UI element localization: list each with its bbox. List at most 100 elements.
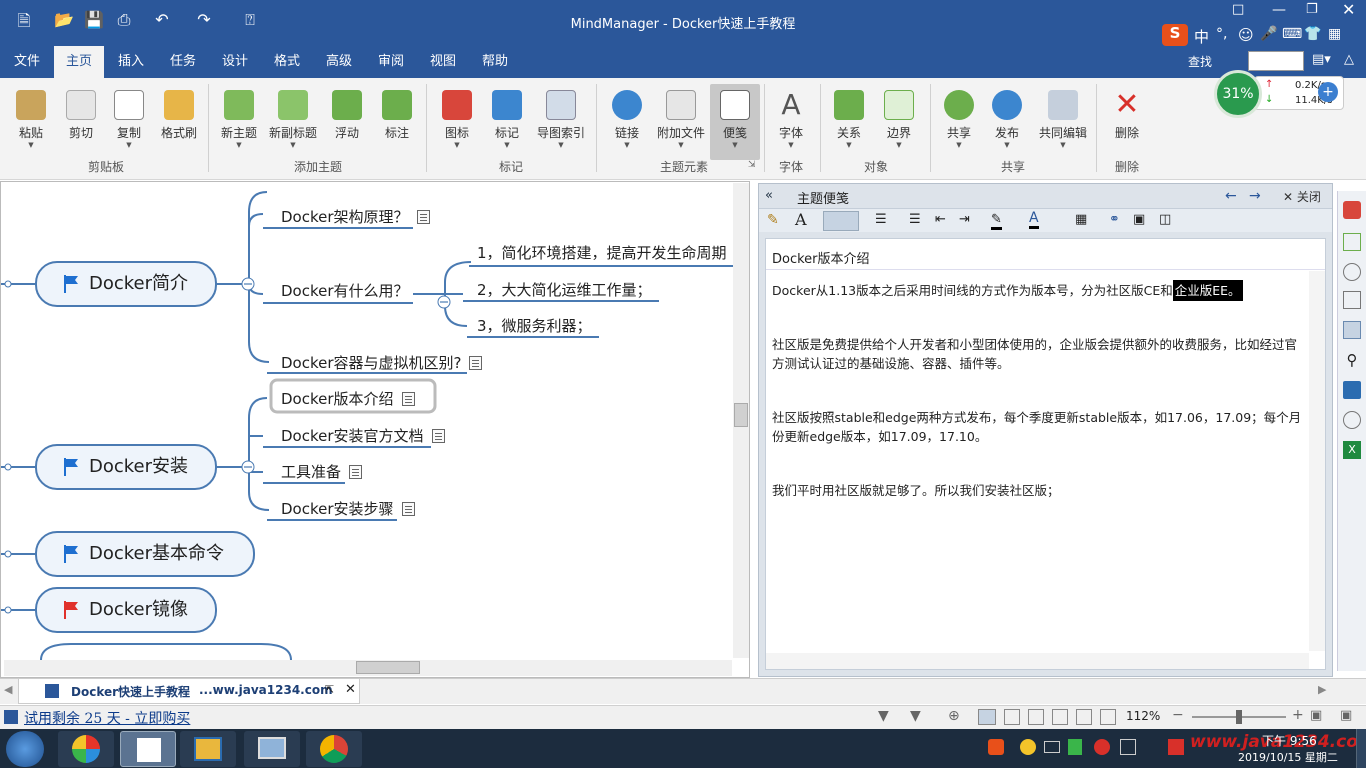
share-button[interactable]: 共享 ▼ [936, 84, 982, 160]
note-icon[interactable] [431, 429, 445, 443]
topic-docker-intro[interactable]: Docker简介 [35, 261, 217, 307]
outline-view-icon[interactable] [1004, 709, 1020, 725]
hyperlink-icon[interactable]: ⚭ [1109, 212, 1120, 227]
callout-button[interactable]: 标注 [374, 84, 420, 160]
new-subtopic-button[interactable]: 新副标题 ▼ [269, 84, 317, 160]
forward-arrow-icon[interactable]: → [1249, 188, 1261, 204]
close-tab-icon[interactable]: ✕ [345, 682, 356, 697]
tab-scroll-left-icon[interactable]: ◀ [4, 683, 12, 696]
zoom-out-icon[interactable]: − [1172, 707, 1184, 723]
grid-icon[interactable]: ▦ [1328, 26, 1341, 42]
minimize-ribbon-icon[interactable]: △ [1344, 52, 1354, 67]
tab-home[interactable]: 主页 [54, 46, 105, 78]
co-edit-button[interactable]: 共同编辑 ▼ [1039, 84, 1087, 160]
note-paragraph-1[interactable]: Docker从1.13版本之后采用时间线的方式作为版本号，分为社区版CE和 企业版… [772, 280, 1302, 301]
subtopic-vm-diff[interactable]: Docker容器与虚拟机区别? [281, 352, 483, 373]
boundary-button[interactable]: 边界 ▼ [876, 84, 922, 160]
taskbar-remote-desktop[interactable] [244, 731, 300, 767]
note-editor[interactable]: Docker版本介绍 Docker从1.13版本之后采用时间线的方式作为版本号，… [765, 238, 1326, 670]
insert-object-icon[interactable]: ◫ [1159, 212, 1171, 227]
clock-date[interactable]: 2019/10/15 星期二 [1238, 749, 1338, 765]
back-arrow-icon[interactable]: ← [1225, 188, 1237, 204]
tab-file[interactable]: 文件 [2, 46, 52, 78]
tab-task[interactable]: 任务 [158, 46, 208, 78]
icons-button[interactable]: 图标 ▼ [434, 84, 480, 160]
collapse-panel-icon[interactable]: « [765, 188, 773, 203]
delete-button[interactable]: ✕ 删除 [1104, 84, 1150, 160]
microphone-icon[interactable]: 🎤 [1260, 26, 1277, 42]
floating-topic-button[interactable]: 浮动 [324, 84, 370, 160]
close-button[interactable]: ✕ [1342, 0, 1355, 19]
subtopic-install-steps[interactable]: Docker安装步骤 [281, 498, 415, 519]
link-button[interactable]: 链接 ▼ [604, 84, 650, 160]
map-vertical-scrollbar[interactable] [733, 183, 749, 658]
subtopic-install-docs[interactable]: Docker安装官方文档 [281, 425, 445, 446]
tab-scroll-right-icon[interactable]: ▶ [1318, 683, 1326, 696]
note-vertical-scrollbar[interactable] [1309, 271, 1325, 651]
map-view-icon[interactable] [978, 709, 996, 725]
close-notes-button[interactable]: ✕ 关闭 [1283, 188, 1321, 205]
fullscreen-icon[interactable]: ▣ [1340, 708, 1352, 723]
note-paragraph-4[interactable]: 我们平时用社区版就足够了。所以我们安装社区版； [772, 481, 1302, 500]
format-brush-icon[interactable]: ✎ [767, 212, 779, 228]
note-icon[interactable] [469, 356, 483, 370]
zoom-level[interactable]: 112% [1126, 709, 1160, 723]
browser-globe-icon[interactable] [1343, 411, 1361, 429]
leaf-microservice[interactable]: 3，微服务利器； [477, 315, 592, 336]
emoji-icon[interactable]: ☺ [1238, 26, 1254, 44]
note-icon[interactable] [401, 392, 415, 406]
font-icon[interactable]: A [795, 210, 807, 229]
restore-ribbon-icon[interactable]: □ [1232, 2, 1244, 17]
tray-security-icon[interactable] [1094, 739, 1110, 755]
tab-insert[interactable]: 插入 [106, 46, 156, 78]
focus-icon[interactable]: ⊕ [948, 708, 960, 724]
subtopic-tools[interactable]: 工具准备 [281, 461, 363, 482]
trial-buy-link[interactable]: 试用剩余 25 天 - 立即购买 [24, 708, 190, 728]
start-button[interactable] [6, 731, 44, 767]
find-label[interactable]: 查找 [1188, 53, 1212, 70]
note-paragraph-3[interactable]: 社区版按照stable和edge两种方式发布，每个季度更新stable版本，如1… [772, 408, 1302, 446]
calendar-icon[interactable] [1343, 233, 1361, 251]
mind-map-canvas[interactable]: Docker简介 Docker安装 Docker基本命令 Docker镜像 Do… [0, 181, 750, 678]
new-topic-button[interactable]: 新主题 ▼ [216, 84, 262, 160]
leaf-simplify-ops[interactable]: 2，大大简化运维工作量； [477, 279, 652, 300]
image-icon[interactable]: ▣ [1133, 212, 1145, 227]
punctuation-icon[interactable]: °, [1216, 26, 1227, 42]
taskbar-mindmanager[interactable] [120, 731, 176, 767]
tab-review[interactable]: 审阅 [366, 46, 416, 78]
decrease-indent-icon[interactable]: ⇤ [935, 212, 946, 227]
align-left-icon[interactable] [823, 211, 859, 231]
cut-button[interactable]: 剪切 [58, 84, 104, 160]
numbered-list-icon[interactable]: ☰ [875, 212, 887, 227]
attach-file-button[interactable]: 附加文件 ▼ [657, 84, 705, 160]
tab-advanced[interactable]: 高级 [314, 46, 364, 78]
note-paragraph-2[interactable]: 社区版是免费提供给个人开发者和小型团体使用的，企业版会提供额外的收费服务，比如经… [772, 335, 1302, 373]
skin-shirt-icon[interactable]: 👕 [1304, 26, 1321, 42]
subtopic-architecture[interactable]: Docker架构原理？ [281, 206, 430, 227]
tab-design[interactable]: 设计 [210, 46, 260, 78]
fit-map-icon[interactable]: ▣ [1310, 708, 1322, 723]
find-input[interactable] [1248, 51, 1304, 71]
subtopic-usage[interactable]: Docker有什么用？ [281, 280, 409, 301]
format-painter-button[interactable]: 格式刷 [156, 84, 202, 160]
filter-icon[interactable]: ▼ [878, 708, 889, 724]
map-index-button[interactable]: 导图索引 ▼ [537, 84, 585, 160]
leaf-simplify-env[interactable]: 1，简化环境搭建，提高开发生命周期 [477, 242, 727, 263]
copy-button[interactable]: 复制 ▼ [106, 84, 152, 160]
tab-help[interactable]: 帮助 [470, 46, 520, 78]
increase-indent-icon[interactable]: ⇥ [959, 212, 970, 227]
table-icon[interactable]: ▦ [1075, 212, 1087, 227]
topic-docker-commands[interactable]: Docker基本命令 [35, 531, 255, 577]
notes-dock-icon[interactable] [1343, 321, 1361, 339]
minimize-button[interactable]: — [1272, 2, 1286, 18]
topic-docker-images[interactable]: Docker镜像 [35, 587, 217, 633]
bullet-list-icon[interactable]: ☰ [909, 212, 921, 227]
tray-plus-icon[interactable] [1020, 739, 1036, 755]
paste-button[interactable]: 粘贴 ▼ [8, 84, 54, 160]
tray-sogou-icon[interactable] [988, 739, 1004, 755]
zoom-slider-thumb[interactable] [1236, 710, 1242, 724]
relationship-button[interactable]: 关系 ▼ [826, 84, 872, 160]
schedule-view-icon[interactable] [1028, 709, 1044, 725]
taskbar-app-colorful[interactable] [58, 731, 114, 767]
tray-shield-icon[interactable] [1068, 739, 1082, 755]
